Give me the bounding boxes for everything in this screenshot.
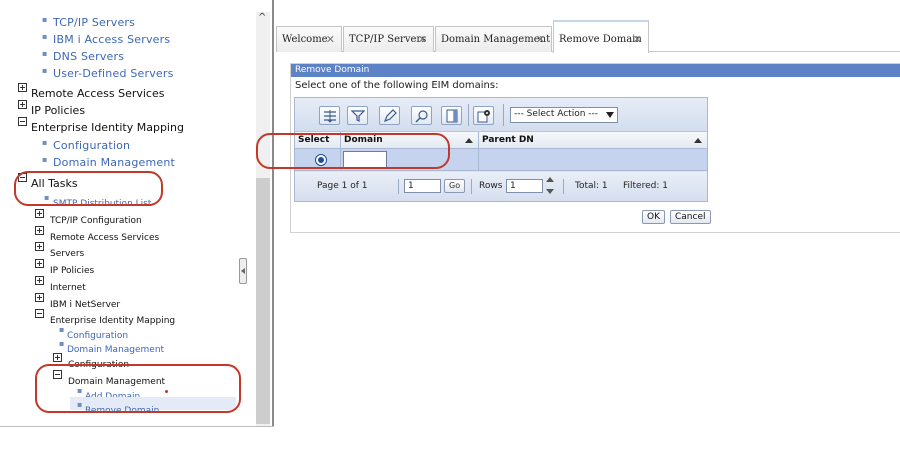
navigation-tree: ▪ TCP/IP Servers ▪ IBM i Access Servers … xyxy=(0,0,256,426)
settings-button[interactable] xyxy=(473,106,494,125)
table-footer: Page 1 of 1 1 Go Rows 1 Total: 1 Filtere… xyxy=(295,172,707,201)
rows-input[interactable]: 1 xyxy=(506,179,543,193)
total-count: Total: 1 xyxy=(575,181,608,191)
expand-icon[interactable] xyxy=(35,242,44,251)
close-icon[interactable]: ✕ xyxy=(418,33,427,46)
nav-item-eim-domain-management[interactable]: ▪ Domain Management xyxy=(42,151,175,170)
tab-domain-management[interactable]: Domain Management ✕ xyxy=(435,26,552,52)
toolbar-separator xyxy=(468,104,469,126)
expand-icon[interactable] xyxy=(35,226,44,235)
toolbar-separator xyxy=(503,104,504,126)
select-action-dropdown[interactable]: --- Select Action --- xyxy=(510,107,618,123)
tab-remove-domain[interactable]: Remove Domain ✕ xyxy=(553,20,649,53)
filtered-count: Filtered: 1 xyxy=(623,181,668,191)
expand-icon[interactable] xyxy=(35,276,44,285)
expand-icon[interactable] xyxy=(35,259,44,268)
cancel-button[interactable]: Cancel xyxy=(670,210,711,224)
pane-splitter[interactable] xyxy=(272,0,274,426)
annotation-oval-all-tasks xyxy=(14,171,163,206)
settings-icon xyxy=(477,110,490,123)
close-icon[interactable]: ✕ xyxy=(326,33,335,46)
rows-label: Rows xyxy=(479,181,503,191)
close-icon[interactable]: ✕ xyxy=(536,33,545,46)
collapse-icon[interactable] xyxy=(18,117,27,126)
collapse-icon[interactable] xyxy=(35,309,44,318)
column-header-parent-dn[interactable]: Parent DN xyxy=(479,132,707,149)
chevron-down-icon xyxy=(606,112,614,118)
expand-icon[interactable] xyxy=(35,209,44,218)
expand-icon[interactable] xyxy=(18,100,27,109)
panel-title: Remove Domain xyxy=(291,64,900,77)
page-indicator: Page 1 of 1 xyxy=(317,181,368,191)
column-header-label: Parent DN xyxy=(482,135,534,145)
bullet-icon: ▪ xyxy=(59,339,65,348)
expand-icon[interactable] xyxy=(53,353,62,362)
tab-tcpip-servers[interactable]: TCP/IP Servers ✕ xyxy=(343,26,434,52)
edit-icon xyxy=(383,109,397,123)
tab-label: Welcome xyxy=(282,34,328,45)
columns-icon xyxy=(446,109,458,123)
bullet-icon: ▪ xyxy=(42,66,48,75)
bullet-icon: ▪ xyxy=(42,155,48,164)
bullet-icon: ▪ xyxy=(42,32,48,41)
page-number-input[interactable]: 1 xyxy=(404,179,441,193)
go-button[interactable]: Go xyxy=(444,179,466,193)
ok-button[interactable]: OK xyxy=(642,210,665,224)
bullet-icon: ▪ xyxy=(42,49,48,58)
bullet-icon: ▪ xyxy=(59,325,65,334)
sort-ascending-icon[interactable] xyxy=(465,138,473,143)
expand-icon[interactable] xyxy=(35,293,44,302)
edit-button[interactable] xyxy=(379,106,400,125)
chevron-down-icon[interactable] xyxy=(546,189,554,194)
tab-label: Domain Management xyxy=(441,34,551,45)
annotation-oval-select-row xyxy=(256,133,450,169)
expand-rows-icon xyxy=(324,110,336,123)
tab-welcome[interactable]: Welcome ✕ xyxy=(276,26,342,52)
annotation-oval-domain-management xyxy=(35,364,241,413)
find-button[interactable] xyxy=(411,106,432,125)
expand-icon[interactable] xyxy=(18,83,27,92)
filter-button[interactable] xyxy=(347,106,368,125)
rows-stepper[interactable] xyxy=(545,177,555,197)
select-action-value: --- Select Action --- xyxy=(514,109,599,119)
tab-label: TCP/IP Servers xyxy=(349,34,427,45)
footer-separator xyxy=(471,179,472,194)
filter-icon xyxy=(351,110,365,122)
sort-ascending-icon[interactable] xyxy=(694,138,702,143)
columns-button[interactable] xyxy=(441,106,462,125)
panel-prompt: Select one of the following EIM domains: xyxy=(295,80,499,91)
scrollbar-thumb[interactable] xyxy=(256,178,270,424)
nav-scrollbar[interactable]: ^ xyxy=(256,12,270,426)
table-toolbar: --- Select Action --- xyxy=(295,98,707,132)
tab-label: Remove Domain xyxy=(559,34,642,45)
find-icon xyxy=(415,110,428,123)
chevron-up-icon[interactable] xyxy=(546,177,554,182)
nav-node-enterprise-identity-mapping[interactable]: Enterprise Identity Mapping xyxy=(18,116,184,135)
footer-separator xyxy=(563,179,564,194)
close-icon[interactable]: ✕ xyxy=(633,33,642,46)
tab-strip: Welcome ✕ TCP/IP Servers ✕ Domain Manage… xyxy=(276,20,900,53)
bullet-icon: ▪ xyxy=(42,15,48,24)
collapse-nav-handle[interactable] xyxy=(239,258,247,284)
parent-dn-cell xyxy=(479,149,707,171)
footer-separator xyxy=(398,179,399,194)
nav-item-user-defined-servers[interactable]: ▪ User-Defined Servers xyxy=(42,62,174,81)
scroll-up-icon[interactable]: ^ xyxy=(258,12,266,23)
bullet-icon: ▪ xyxy=(42,138,48,147)
nav-bottom-border xyxy=(0,426,274,427)
expand-rows-button[interactable] xyxy=(319,106,340,125)
